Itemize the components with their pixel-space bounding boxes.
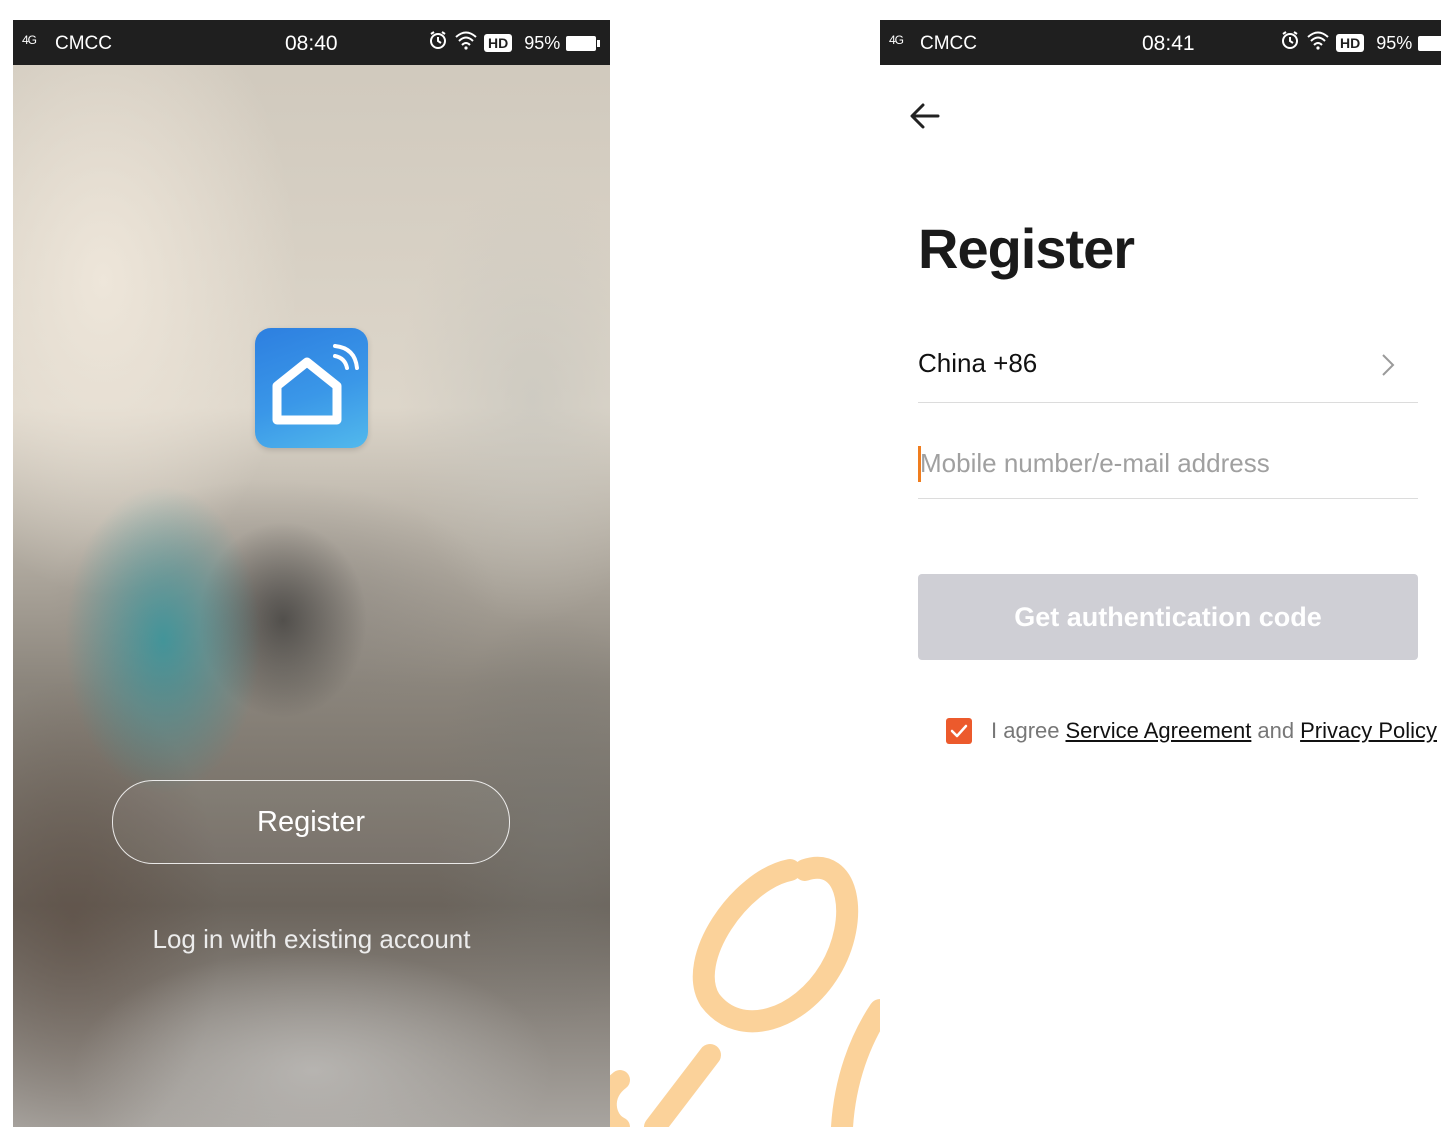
wifi-icon <box>454 30 478 56</box>
alarm-icon <box>1280 30 1300 56</box>
register-button[interactable]: Register <box>112 780 510 864</box>
agreement-row: I agree Service Agreement and Privacy Po… <box>946 715 1437 747</box>
smart-home-icon <box>255 328 368 448</box>
signal-icon: 4G <box>22 33 37 47</box>
hd-badge: HD <box>484 34 513 52</box>
battery-icon <box>566 35 601 51</box>
account-input[interactable] <box>918 438 1420 488</box>
account-field <box>918 438 1420 499</box>
back-arrow-icon[interactable] <box>908 98 944 134</box>
battery-percent: 95% <box>524 32 561 53</box>
alarm-icon <box>428 30 448 56</box>
welcome-screen: 4G CMCC 08:40 HD 95% Register Log in wit… <box>13 20 610 1127</box>
service-agreement-link[interactable]: Service Agreement <box>1066 718 1252 744</box>
get-auth-code-button[interactable]: Get authentication code <box>918 574 1418 660</box>
battery-percent: 95% <box>1376 32 1413 53</box>
hd-badge: HD <box>1336 34 1365 52</box>
chevron-right-icon <box>1378 352 1398 378</box>
privacy-policy-link[interactable]: Privacy Policy <box>1300 718 1437 744</box>
status-time: 08:41 <box>1142 32 1195 55</box>
page-title: Register <box>918 217 1135 280</box>
carrier-label: CMCC <box>55 33 112 54</box>
signal-icon: 4G <box>889 33 904 47</box>
login-existing-account-link[interactable]: Log in with existing account <box>13 924 610 955</box>
agree-checkbox[interactable] <box>946 718 972 744</box>
wifi-icon <box>1306 30 1330 56</box>
battery-icon <box>1418 35 1441 51</box>
carrier-label: CMCC <box>920 33 977 54</box>
status-icons: HD 95% <box>428 30 601 56</box>
agree-prefix: I agree <box>991 718 1060 743</box>
status-bar: 4G CMCC 08:41 HD 95% <box>880 20 1441 65</box>
country-selector[interactable]: China +86 <box>918 342 1418 403</box>
country-code-label: China +86 <box>918 348 1038 378</box>
status-bar: 4G CMCC 08:40 HD 95% <box>13 20 610 65</box>
agree-conjunction: and <box>1257 718 1295 743</box>
status-time: 08:40 <box>285 32 338 55</box>
status-icons: HD 95% <box>1280 30 1441 56</box>
text-caret <box>918 446 921 482</box>
register-screen: 4G CMCC 08:41 HD 95% Register China +86 <box>880 20 1441 1127</box>
